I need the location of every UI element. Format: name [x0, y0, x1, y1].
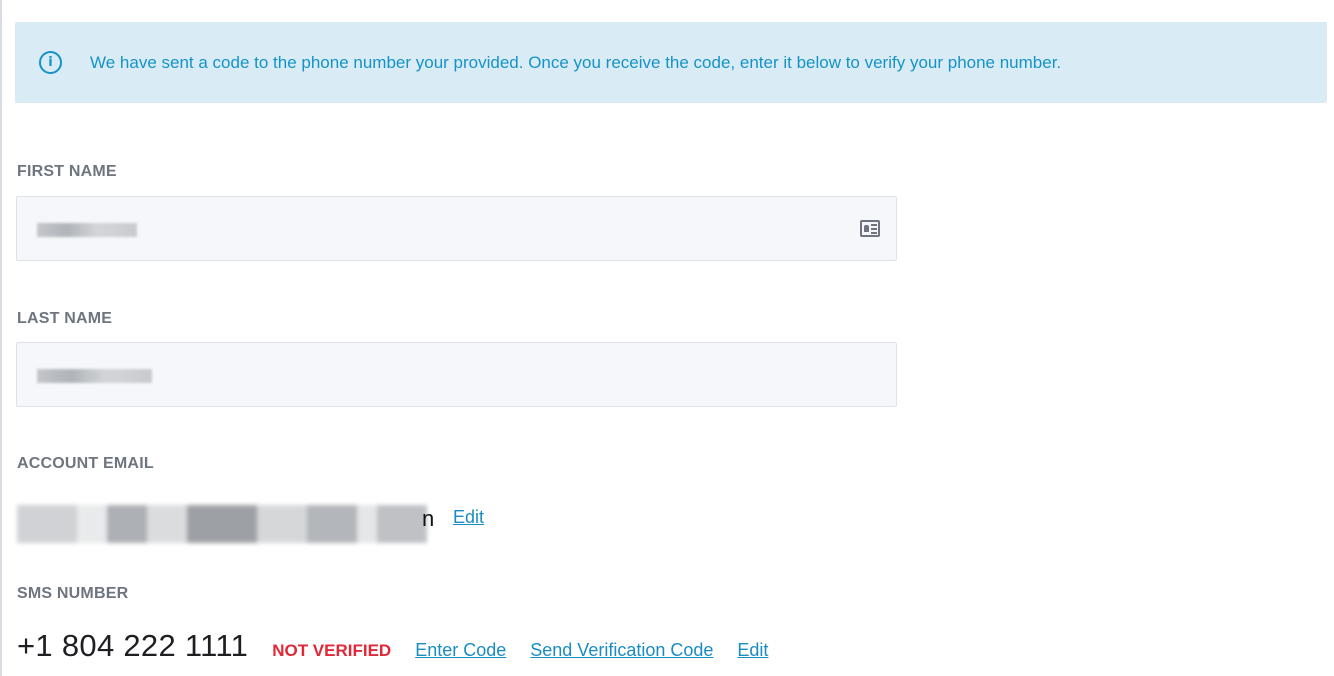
send-verification-code-link[interactable]: Send Verification Code — [530, 640, 713, 661]
last-name-field[interactable] — [16, 342, 897, 407]
sms-row: +1 804 222 1111 NOT VERIFIED Enter Code … — [17, 628, 792, 664]
info-alert: i We have sent a code to the phone numbe… — [15, 22, 1327, 103]
account-email-label: ACCOUNT EMAIL — [17, 455, 154, 472]
sms-number-label: SMS NUMBER — [17, 585, 129, 602]
phone-number: +1 804 222 1111 — [17, 628, 249, 663]
status-badge: NOT VERIFIED — [272, 641, 392, 660]
email-tail: n — [422, 506, 435, 531]
alert-message: We have sent a code to the phone number … — [90, 52, 1062, 72]
info-icon: i — [39, 51, 62, 74]
first-name-label: FIRST NAME — [17, 163, 117, 180]
enter-code-link[interactable]: Enter Code — [415, 640, 506, 661]
first-name-input[interactable] — [17, 197, 896, 260]
contact-card-icon — [860, 220, 880, 237]
last-name-label: LAST NAME — [17, 310, 113, 327]
edit-sms-link[interactable]: Edit — [737, 640, 768, 661]
redacted-value — [37, 223, 137, 237]
edit-email-link[interactable]: Edit — [453, 507, 484, 528]
redacted-value — [37, 369, 152, 383]
profile-form: i We have sent a code to the phone numbe… — [0, 0, 1334, 676]
redacted-email — [17, 505, 427, 543]
first-name-field[interactable] — [16, 196, 897, 261]
